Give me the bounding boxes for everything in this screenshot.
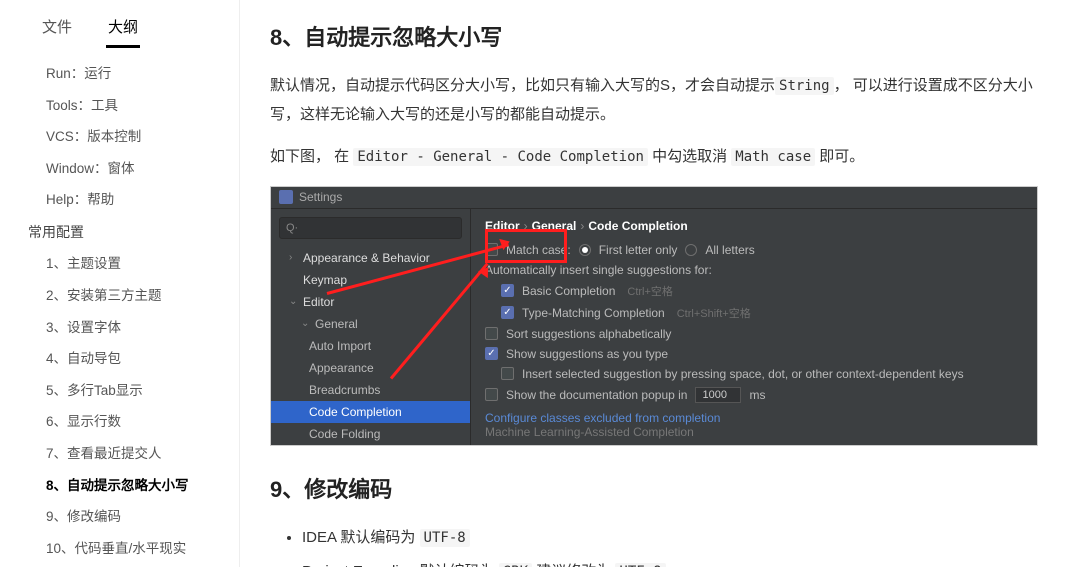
tree-appearance[interactable]: ›Appearance & Behavior xyxy=(271,247,470,269)
toc-item[interactable]: 常用配置 xyxy=(0,216,239,248)
toc-item[interactable]: 1、主题设置 xyxy=(0,248,239,280)
window-title: Settings xyxy=(299,190,342,204)
toc-item[interactable]: VCS：版本控制 xyxy=(0,121,239,153)
tab-file[interactable]: 文件 xyxy=(40,12,74,48)
settings-search[interactable]: Q· xyxy=(279,217,462,239)
inline-code: UTF-8 xyxy=(420,529,470,547)
match-case-checkbox[interactable] xyxy=(485,243,498,256)
show-as-type-checkbox[interactable] xyxy=(485,347,498,360)
outline-list: Run：运行Tools：工具VCS：版本控制Window：窗体Help：帮助常用… xyxy=(0,48,239,567)
app-icon xyxy=(279,190,293,204)
list-item: IDEA 默认编码为 UTF-8 xyxy=(302,524,1038,553)
tab-outline[interactable]: 大纲 xyxy=(106,12,140,48)
toc-item[interactable]: 3、设置字体 xyxy=(0,312,239,344)
settings-tree: Q· ›Appearance & Behavior Keymap ⌄Editor… xyxy=(271,209,471,446)
tree-editor[interactable]: ⌄Editor xyxy=(271,291,470,313)
toc-item[interactable]: 4、自动导包 xyxy=(0,343,239,375)
tree-auto-import[interactable]: Auto Import xyxy=(271,335,470,357)
settings-titlebar: Settings xyxy=(271,187,1037,209)
all-letters-label: All letters xyxy=(705,243,754,257)
settings-screenshot: Settings Q· ›Appearance & Behavior Keyma… xyxy=(270,186,1038,446)
tree-appearance2[interactable]: Appearance xyxy=(271,357,470,379)
toc-item[interactable]: 8、自动提示忽略大小写 xyxy=(0,470,239,502)
all-letters-radio[interactable] xyxy=(685,244,697,256)
tree-console[interactable]: Console xyxy=(271,445,470,446)
breadcrumb: Editor›General›Code Completion xyxy=(485,219,1023,233)
section-8-title: 8、自动提示忽略大小写 xyxy=(270,20,1038,52)
section-8-para-2: 如下图， 在 Editor - General - Code Completio… xyxy=(270,143,1038,172)
inline-code: Editor - General - Code Completion xyxy=(353,148,648,166)
row-match-case: Match case: First letter only All letter… xyxy=(485,243,1023,257)
inline-code: String xyxy=(775,77,834,95)
configure-link[interactable]: Configure classes excluded from completi… xyxy=(485,411,1023,425)
typematch-checkbox[interactable] xyxy=(501,306,514,319)
show-doc-checkbox[interactable] xyxy=(485,388,498,401)
section-9-list: IDEA 默认编码为 UTF-8 Project Encoding 默认编码为 … xyxy=(270,524,1038,567)
basic-checkbox[interactable] xyxy=(501,284,514,297)
toc-item[interactable]: 7、查看最近提交人 xyxy=(0,438,239,470)
first-letter-radio[interactable] xyxy=(579,244,591,256)
inline-code: UTF-8 xyxy=(615,563,665,567)
ml-label: Machine Learning-Assisted Completion xyxy=(485,425,694,439)
toc-item[interactable]: 10、代码垂直/水平现实 xyxy=(0,533,239,565)
section-8-para-1: 默认情况，自动提示代码区分大小写，比如只有输入大写的S，才会自动提示String… xyxy=(270,72,1038,129)
tree-general[interactable]: ⌄General xyxy=(271,313,470,335)
doc-delay-input[interactable]: 1000 xyxy=(695,387,741,403)
tree-breadcrumbs[interactable]: Breadcrumbs xyxy=(271,379,470,401)
toc-item[interactable]: Run：运行 xyxy=(0,58,239,90)
settings-panel: Editor›General›Code Completion Match cas… xyxy=(471,209,1037,446)
toc-item[interactable]: 6、显示行数 xyxy=(0,406,239,438)
toc-item[interactable]: 9、修改编码 xyxy=(0,501,239,533)
tree-code-folding[interactable]: Code Folding xyxy=(271,423,470,445)
main-content: 8、自动提示忽略大小写 默认情况，自动提示代码区分大小写，比如只有输入大写的S，… xyxy=(240,0,1080,567)
sidebar: 文件 大纲 Run：运行Tools：工具VCS：版本控制Window：窗体Hel… xyxy=(0,0,240,567)
toc-item[interactable]: 5、多行Tab显示 xyxy=(0,375,239,407)
match-case-label: Match case: xyxy=(506,243,571,257)
toc-item[interactable]: 2、安装第三方主题 xyxy=(0,280,239,312)
sidebar-tabs: 文件 大纲 xyxy=(0,0,239,48)
inline-code: Math case xyxy=(731,148,815,166)
insert-sel-checkbox[interactable] xyxy=(501,367,514,380)
sort-checkbox[interactable] xyxy=(485,327,498,340)
inline-code: GBK xyxy=(499,563,532,567)
toc-item[interactable]: Help：帮助 xyxy=(0,184,239,216)
tree-keymap[interactable]: Keymap xyxy=(271,269,470,291)
tree-code-completion[interactable]: Code Completion xyxy=(271,401,470,423)
toc-item[interactable]: Tools：工具 xyxy=(0,90,239,122)
toc-item[interactable]: Window：窗体 xyxy=(0,153,239,185)
auto-insert-label: Automatically insert single suggestions … xyxy=(485,263,1023,277)
list-item: Project Encoding 默认编码为 GBK 建议修改为 UTF-8 xyxy=(302,558,1038,567)
first-letter-label: First letter only xyxy=(599,243,678,257)
section-9-title: 9、修改编码 xyxy=(270,472,1038,504)
